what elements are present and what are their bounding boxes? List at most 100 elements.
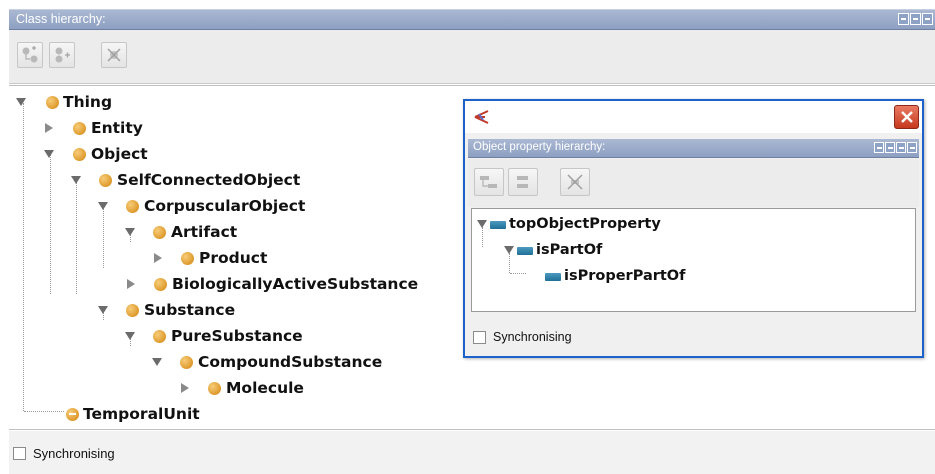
- class-hierarchy-title-bar: Class hierarchy:: [9, 9, 935, 30]
- object-property-hierarchy-title-bar: Object property hierarchy:: [468, 139, 919, 158]
- collapse-icon[interactable]: [98, 306, 108, 314]
- tree-node-label: CompoundSubstance: [198, 353, 383, 371]
- protege-icon: [474, 110, 489, 124]
- tree-node-label: Object: [91, 145, 148, 163]
- object-property-hierarchy-title: Object property hierarchy:: [473, 141, 606, 153]
- class-icon: [126, 200, 139, 213]
- tree-node-substance[interactable]: Substance: [9, 299, 269, 323]
- tree-node-puresubstance[interactable]: PureSubstance: [9, 325, 309, 349]
- tree-node-thing[interactable]: Thing: [9, 91, 209, 115]
- collapse-icon[interactable]: [71, 176, 81, 184]
- dialog-title-bar[interactable]: [465, 101, 922, 133]
- class-icon: [153, 330, 166, 343]
- view-minimize-icon[interactable]: [910, 13, 921, 25]
- class-icon: [73, 148, 86, 161]
- tree-node-selfconnectedobject[interactable]: SelfConnectedObject: [9, 169, 349, 193]
- class-icon: [73, 122, 86, 135]
- add-sibling-property-icon: [517, 176, 528, 188]
- delete-property-button[interactable]: [560, 168, 590, 196]
- synchronising-checkbox[interactable]: [13, 447, 26, 460]
- class-icon: [181, 252, 194, 265]
- add-sibling-icon: [55, 47, 70, 63]
- tree-node-label: SelfConnectedObject: [117, 171, 301, 189]
- view-close-icon[interactable]: [907, 142, 917, 153]
- tree-node-object[interactable]: Object: [9, 143, 209, 167]
- expand-icon[interactable]: [154, 253, 162, 263]
- collapse-icon[interactable]: [44, 150, 54, 158]
- object-property-icon: [490, 221, 506, 229]
- tree-node-label: Substance: [144, 301, 236, 319]
- view-float-icon[interactable]: [896, 142, 906, 153]
- view-float-icon[interactable]: [922, 13, 933, 25]
- expand-icon[interactable]: [45, 123, 53, 133]
- synchronising-label: Synchronising: [33, 446, 115, 461]
- collapse-icon[interactable]: [125, 228, 135, 236]
- tree-node-entity[interactable]: Entity: [9, 117, 209, 141]
- view-controls: [874, 142, 917, 153]
- tree-node-label: topObjectProperty: [509, 216, 661, 232]
- tree-node-topobjectproperty[interactable]: topObjectProperty: [472, 213, 732, 237]
- class-hierarchy-toolbar: [9, 30, 935, 84]
- dialog-synchronising-checkbox[interactable]: [473, 331, 486, 344]
- add-subproperty-icon: [480, 176, 497, 188]
- delete-property-icon: [567, 174, 583, 190]
- view-pin-icon[interactable]: [898, 13, 909, 25]
- object-property-icon: [517, 247, 533, 255]
- collapse-icon[interactable]: [125, 332, 135, 340]
- tree-node-label: PureSubstance: [171, 327, 303, 345]
- class-icon: [208, 382, 221, 395]
- collapse-icon[interactable]: [152, 358, 162, 366]
- add-sibling-button[interactable]: [49, 42, 75, 68]
- tree-node-label: Artifact: [171, 223, 238, 241]
- class-hierarchy-title: Class hierarchy:: [16, 12, 106, 26]
- tree-node-corpuscularobject[interactable]: CorpuscularObject: [9, 195, 369, 219]
- tree-node-label: Molecule: [226, 379, 304, 397]
- tree-node-label: isProperPartOf: [564, 268, 686, 284]
- collapse-icon[interactable]: [504, 246, 514, 254]
- tree-node-label: BiologicallyActiveSubstance: [172, 275, 419, 293]
- class-icon: [99, 174, 112, 187]
- defined-class-icon: [66, 408, 79, 421]
- tree-node-label: isPartOf: [536, 242, 603, 258]
- tree-node-ispropertpartof[interactable]: isProperPartOf: [472, 265, 732, 289]
- collapse-icon[interactable]: [98, 202, 108, 210]
- expand-icon[interactable]: [127, 279, 135, 289]
- delete-class-button[interactable]: [101, 42, 127, 68]
- expand-icon[interactable]: [181, 383, 189, 393]
- close-icon: [901, 111, 913, 123]
- tree-node-label: Entity: [91, 119, 143, 137]
- collapse-icon[interactable]: [16, 98, 26, 106]
- add-subproperty-button[interactable]: [474, 168, 504, 196]
- object-property-toolbar: [468, 159, 919, 207]
- tree-node-product[interactable]: Product: [9, 247, 289, 271]
- tree-node-biologicallyactivesubstance[interactable]: BiologicallyActiveSubstance: [9, 273, 449, 297]
- tree-node-artifact[interactable]: Artifact: [9, 221, 269, 245]
- view-pin-icon[interactable]: [874, 142, 884, 153]
- add-subclass-icon: [22, 46, 38, 63]
- class-icon: [154, 278, 167, 291]
- delete-class-icon: [107, 48, 121, 62]
- tree-node-ispartof[interactable]: isPartOf: [472, 239, 672, 263]
- close-button[interactable]: [894, 105, 919, 129]
- tree-node-label: TemporalUnit: [83, 405, 200, 423]
- view-controls: [898, 13, 933, 25]
- class-icon: [180, 356, 193, 369]
- tree-node-label: Thing: [63, 93, 113, 111]
- object-property-dialog: Object property hierarchy: topObjectProp…: [463, 99, 924, 358]
- class-hierarchy-status-bar: Synchronising: [9, 431, 935, 474]
- add-subclass-button[interactable]: [17, 42, 43, 68]
- tree-node-label: CorpuscularObject: [144, 197, 306, 215]
- tree-node-molecule[interactable]: Molecule: [9, 377, 329, 401]
- tree-node-label: Product: [199, 249, 268, 267]
- object-property-icon: [545, 273, 561, 281]
- class-icon: [126, 304, 139, 317]
- add-sibling-property-button[interactable]: [508, 168, 538, 196]
- tree-node-compoundsubstance[interactable]: CompoundSubstance: [9, 351, 389, 375]
- object-property-tree: topObjectProperty isPartOf isProperPartO…: [471, 208, 916, 312]
- class-icon: [153, 226, 166, 239]
- tree-node-temporalunit[interactable]: TemporalUnit: [9, 403, 249, 427]
- collapse-icon[interactable]: [477, 220, 487, 228]
- dialog-synchronising-label: Synchronising: [493, 330, 572, 344]
- view-minimize-icon[interactable]: [885, 142, 895, 153]
- class-icon: [46, 96, 59, 109]
